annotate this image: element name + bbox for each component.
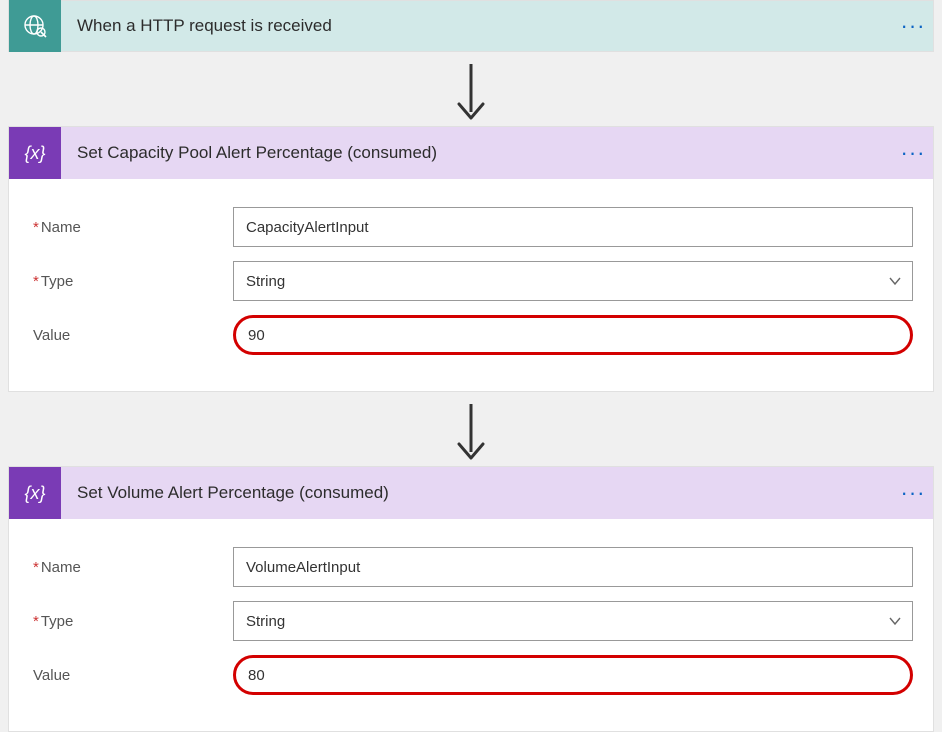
name-label: *Name xyxy=(33,559,233,576)
value-label: Value xyxy=(33,327,233,344)
type-label-text: Type xyxy=(41,273,74,290)
type-select-wrap: String xyxy=(233,601,913,641)
action-title-capacity: Set Capacity Pool Alert Percentage (cons… xyxy=(61,143,893,163)
action-card-volume: {x} Set Volume Alert Percentage (consume… xyxy=(8,466,934,732)
value-label: Value xyxy=(33,667,233,684)
variable-icon: {x} xyxy=(9,467,61,519)
type-select[interactable]: String xyxy=(233,261,913,301)
trigger-more-button[interactable]: ··· xyxy=(893,13,933,39)
arrow-down-icon xyxy=(451,402,491,464)
name-row: *Name xyxy=(33,207,913,247)
arrow-down-icon xyxy=(451,62,491,124)
action-card-capacity: {x} Set Capacity Pool Alert Percentage (… xyxy=(8,126,934,392)
value-row: Value xyxy=(33,315,913,355)
name-row: *Name xyxy=(33,547,913,587)
trigger-card[interactable]: When a HTTP request is received ··· xyxy=(8,0,934,52)
action-body-volume: *Name *Type String Value xyxy=(9,519,933,731)
type-row: *Type String xyxy=(33,261,913,301)
variable-icon-text: {x} xyxy=(24,143,45,164)
action-header-capacity[interactable]: {x} Set Capacity Pool Alert Percentage (… xyxy=(9,127,933,179)
globe-icon xyxy=(22,13,48,39)
flow-arrow-2 xyxy=(0,392,942,466)
value-row: Value xyxy=(33,655,913,695)
action-header-volume[interactable]: {x} Set Volume Alert Percentage (consume… xyxy=(9,467,933,519)
variable-icon: {x} xyxy=(9,127,61,179)
name-input[interactable] xyxy=(233,547,913,587)
flow-canvas: When a HTTP request is received ··· {x} … xyxy=(0,0,942,732)
type-select[interactable]: String xyxy=(233,601,913,641)
name-input[interactable] xyxy=(233,207,913,247)
action-more-button-capacity[interactable]: ··· xyxy=(893,140,933,166)
variable-icon-text: {x} xyxy=(24,483,45,504)
type-label: *Type xyxy=(33,613,233,630)
type-select-wrap: String xyxy=(233,261,913,301)
type-row: *Type String xyxy=(33,601,913,641)
action-title-volume: Set Volume Alert Percentage (consumed) xyxy=(61,483,893,503)
type-select-value: String xyxy=(246,273,285,290)
name-label: *Name xyxy=(33,219,233,236)
action-body-capacity: *Name *Type String Value xyxy=(9,179,933,391)
name-label-text: Name xyxy=(41,559,81,576)
trigger-title: When a HTTP request is received xyxy=(61,16,893,36)
http-trigger-icon xyxy=(9,0,61,52)
name-label-text: Name xyxy=(41,219,81,236)
value-input[interactable] xyxy=(233,655,913,695)
type-label-text: Type xyxy=(41,613,74,630)
value-input[interactable] xyxy=(233,315,913,355)
action-more-button-volume[interactable]: ··· xyxy=(893,480,933,506)
type-select-value: String xyxy=(246,613,285,630)
flow-arrow-1 xyxy=(0,52,942,126)
type-label: *Type xyxy=(33,273,233,290)
